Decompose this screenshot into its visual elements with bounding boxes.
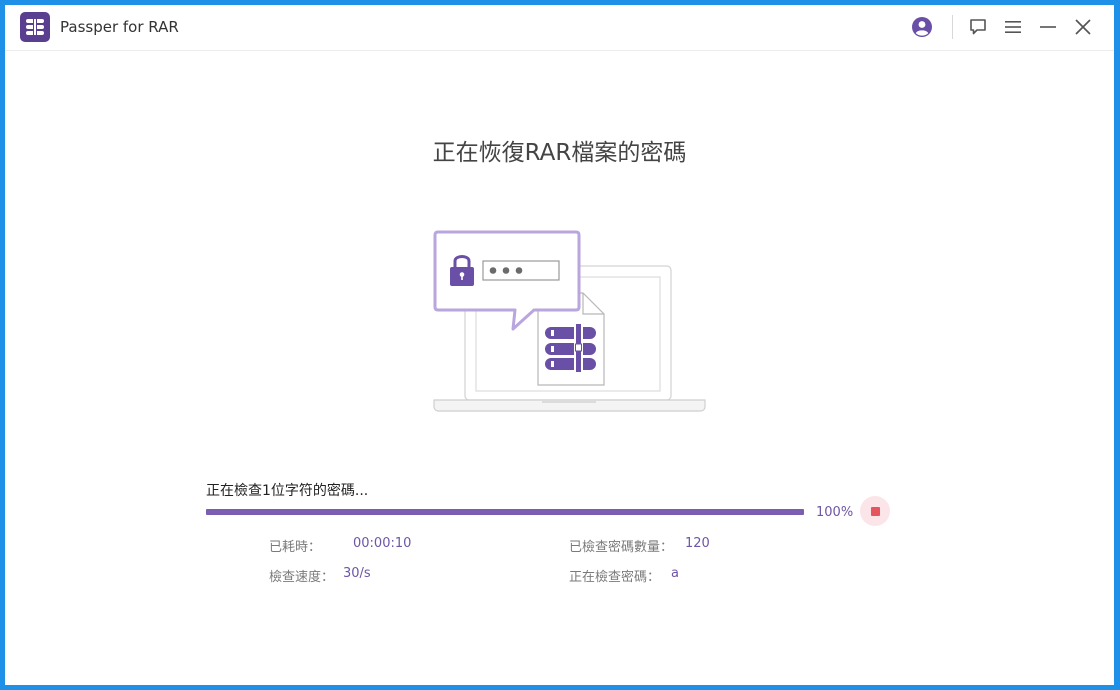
current-password-label: 正在檢查密碼： bbox=[569, 570, 661, 585]
menu-icon[interactable] bbox=[1001, 15, 1025, 39]
rar-archive-icon bbox=[20, 12, 50, 42]
app-title: Passper for RAR bbox=[60, 18, 179, 36]
progress-percent: 100% bbox=[816, 505, 854, 520]
checked-count-label: 已檢查密碼數量： bbox=[569, 540, 674, 555]
minimize-icon[interactable] bbox=[1036, 15, 1060, 39]
elapsed-time-value: 00:00:10 bbox=[353, 536, 412, 551]
checked-count-value: 120 bbox=[685, 536, 710, 551]
stop-icon bbox=[870, 506, 880, 516]
close-icon[interactable] bbox=[1071, 15, 1095, 39]
stop-button[interactable] bbox=[860, 496, 890, 526]
page-title: 正在恢復RAR檔案的密碼 bbox=[432, 140, 687, 166]
recovery-status: 正在檢查1位字符的密碼... bbox=[206, 483, 369, 499]
titlebar-separator bbox=[952, 15, 953, 39]
feedback-icon[interactable] bbox=[966, 15, 990, 39]
title-bar: Passper for RAR bbox=[5, 5, 1114, 51]
account-icon[interactable] bbox=[910, 15, 934, 39]
progress-bar bbox=[206, 509, 804, 515]
recovery-illustration bbox=[420, 223, 710, 422]
app-window: Passper for RAR 正在恢復RAR檔案的密碼 正在檢查1位字符的密碼… bbox=[5, 5, 1114, 685]
speed-value: 30/s bbox=[343, 566, 371, 581]
current-password-value: a bbox=[671, 566, 679, 581]
elapsed-time-label: 已耗時： bbox=[269, 540, 322, 555]
progress-fill bbox=[206, 509, 804, 515]
speed-label: 檢查速度： bbox=[269, 570, 335, 585]
